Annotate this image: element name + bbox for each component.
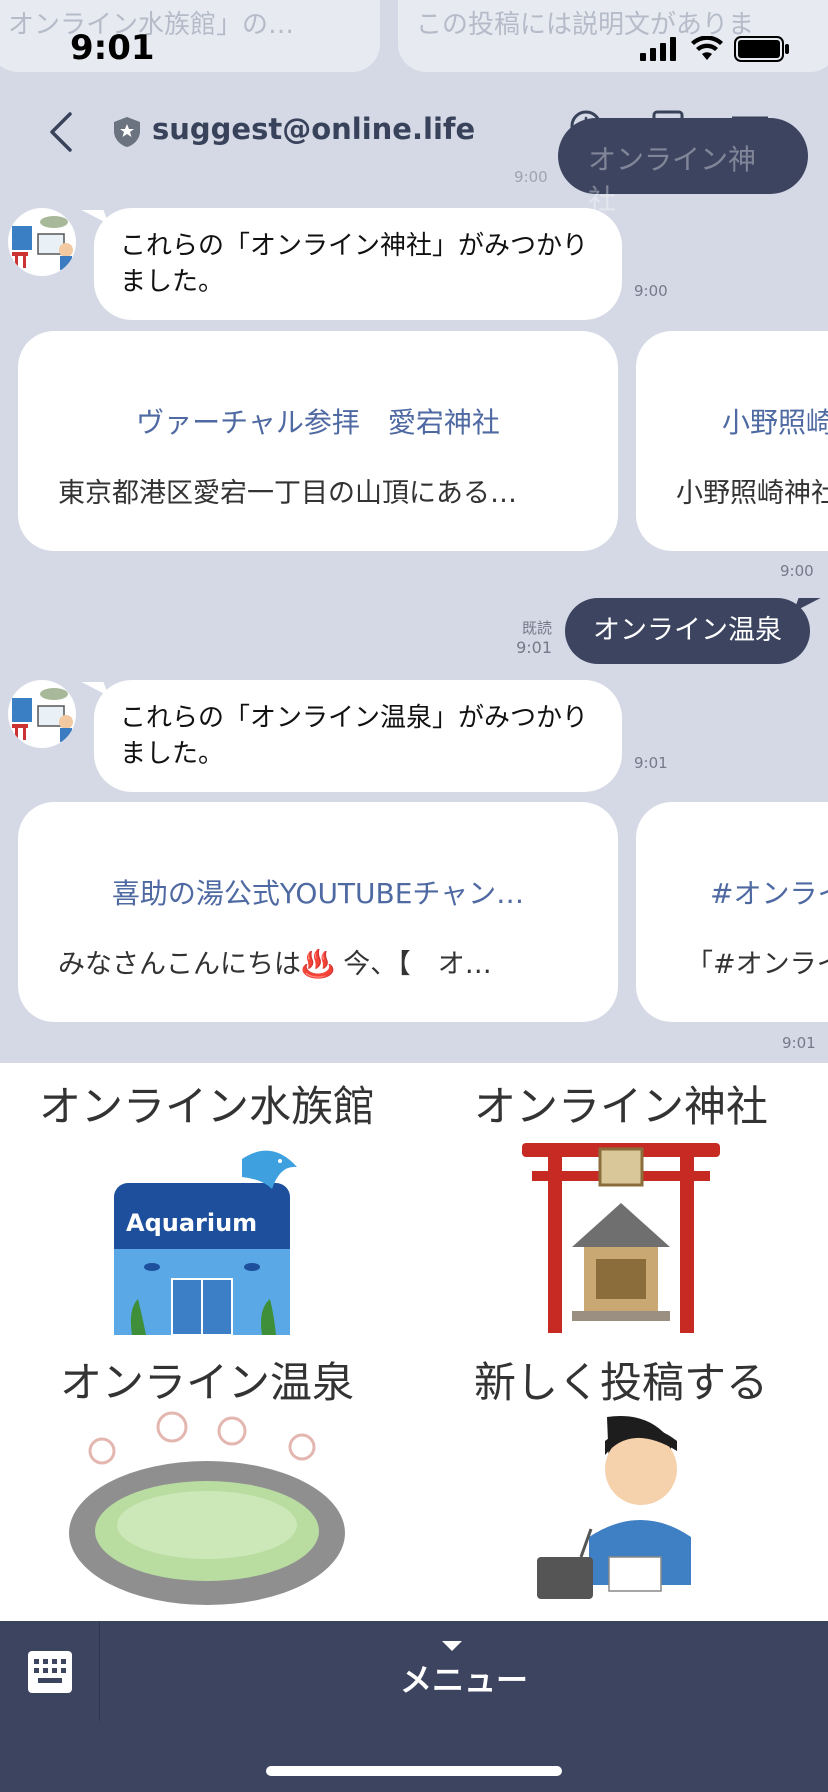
keyboard-icon xyxy=(28,1651,72,1693)
rich-menu: オンライン水族館 Aquarium オンライン神社 オンライン温泉 新しく投稿す… xyxy=(0,1063,828,1621)
read-label: 既読 xyxy=(521,619,552,637)
message-text: これらの「オンライン温泉」がみつかりました。 xyxy=(120,703,589,769)
result-carousel[interactable]: 喜助の湯公式YOUTUBEチャン… みなさんこんにちは♨️ 今、【 オ… #オン… xyxy=(0,802,828,1022)
card-title[interactable]: #オンライン xyxy=(710,872,828,912)
outgoing-message-bubble: オンライン温泉 xyxy=(565,598,810,664)
status-icons xyxy=(640,36,790,62)
rich-menu-item-new-post[interactable]: 新しく投稿する xyxy=(414,1339,828,1615)
rich-menu-label: オンライン神社 xyxy=(473,1082,768,1131)
caret-down-icon xyxy=(442,1641,462,1651)
bot-avatar[interactable] xyxy=(8,208,76,276)
rich-menu-label: オンライン温泉 xyxy=(59,1358,354,1407)
aquarium-sign-text: Aquarium xyxy=(126,1209,257,1237)
bot-avatar-image xyxy=(12,216,73,270)
previous-outgoing-bubble: オンライン神社 xyxy=(558,118,808,216)
hot-spring-illustration xyxy=(69,1411,345,1605)
bottom-bar: メニュー xyxy=(0,1621,828,1792)
card-description: 小野照崎神社 xyxy=(676,478,828,509)
chat-title: suggest@online.life xyxy=(152,112,476,146)
rich-menu-toggle[interactable]: メニュー xyxy=(100,1621,828,1721)
message-text: これらの「オンライン神社」がみつかりました。 xyxy=(120,231,589,297)
wifi-icon xyxy=(691,36,723,60)
incoming-message-bubble: これらの「オンライン温泉」がみつかりました。 xyxy=(94,680,622,792)
rich-menu-item-aquarium[interactable]: オンライン水族館 Aquarium xyxy=(0,1063,414,1339)
card-description: 「#オンライ xyxy=(686,949,828,980)
card-description: みなさんこんにちは♨️ 今、【 オ… xyxy=(58,949,492,980)
incoming-message-bubble: これらの「オンライン神社」がみつかりました。 xyxy=(94,208,622,320)
result-card[interactable]: #オンライン 「#オンライ xyxy=(636,802,828,1022)
result-card[interactable]: ヴァーチャル参拝 愛宕神社 東京都港区愛宕一丁目の山頂にある… xyxy=(18,331,618,551)
result-card[interactable]: 小野照崎神社 小野照崎神社 xyxy=(636,331,828,551)
bot-avatar[interactable] xyxy=(8,680,76,748)
message-time: 9:00 xyxy=(780,562,814,580)
card-title[interactable]: 小野照崎神社 xyxy=(722,401,828,441)
card-title[interactable]: 喜助の湯公式YOUTUBEチャン… xyxy=(18,872,618,912)
card-description: 東京都港区愛宕一丁目の山頂にある… xyxy=(58,478,517,509)
result-card[interactable]: 喜助の湯公式YOUTUBEチャン… みなさんこんにちは♨️ 今、【 オ… xyxy=(18,802,618,1022)
result-carousel[interactable]: ヴァーチャル参拝 愛宕神社 東京都港区愛宕一丁目の山頂にある… 小野照崎神社 小… xyxy=(0,331,828,551)
read-receipt: 既読 9:01 xyxy=(516,618,552,658)
keyboard-toggle[interactable] xyxy=(0,1621,100,1721)
person-writing-illustration xyxy=(537,1416,691,1599)
back-chevron-icon[interactable] xyxy=(46,110,76,154)
aquarium-illustration: Aquarium xyxy=(114,1150,297,1336)
torii-shrine-illustration xyxy=(522,1143,720,1333)
message-time: 9:00 xyxy=(634,282,668,300)
message-time: 9:01 xyxy=(782,1034,816,1052)
message-time: 9:01 xyxy=(634,754,668,772)
previous-message-time: 9:00 xyxy=(514,168,548,186)
rich-menu-item-onsen[interactable]: オンライン温泉 xyxy=(0,1339,414,1615)
verified-shield-icon xyxy=(114,117,140,147)
signal-icon xyxy=(640,37,676,61)
card-title[interactable]: ヴァーチャル参拝 愛宕神社 xyxy=(18,401,618,441)
home-indicator[interactable] xyxy=(266,1766,562,1776)
rich-menu-toggle-label: メニュー xyxy=(399,1661,528,1699)
message-text: オンライン温泉 xyxy=(593,615,782,646)
rich-menu-label: オンライン水族館 xyxy=(38,1082,375,1131)
rich-menu-item-shrine[interactable]: オンライン神社 xyxy=(414,1063,828,1339)
status-time: 9:01 xyxy=(70,28,155,68)
battery-icon xyxy=(734,36,789,62)
status-bar: 9:01 xyxy=(0,0,828,96)
message-time: 9:01 xyxy=(516,638,552,657)
bot-avatar-image xyxy=(12,688,73,742)
rich-menu-label: 新しく投稿する xyxy=(473,1358,768,1407)
